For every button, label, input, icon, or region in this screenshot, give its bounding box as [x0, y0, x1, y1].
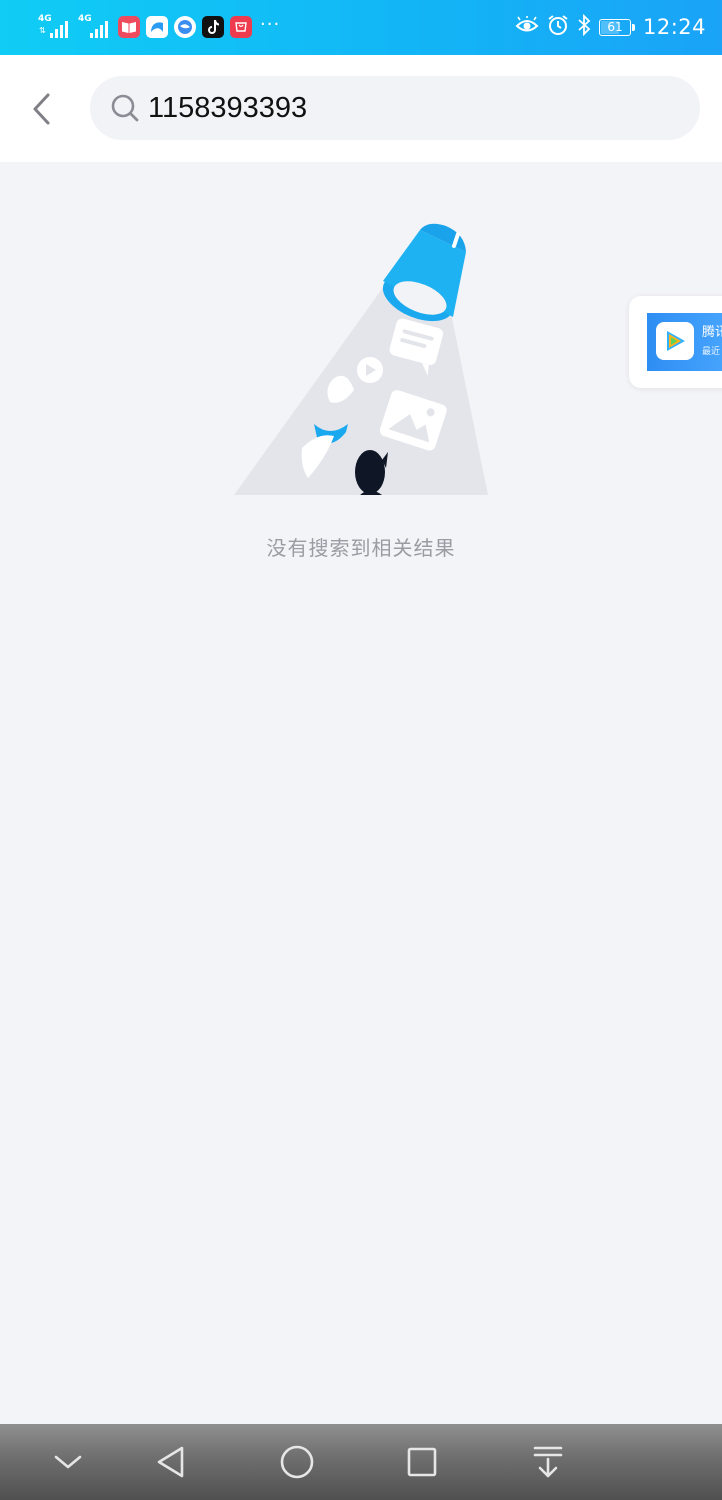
- search-header: [0, 55, 722, 162]
- battery-icon: 61: [598, 18, 635, 36]
- nav-notification-button[interactable]: [523, 1438, 573, 1486]
- signal-2-icon: 4G: [78, 14, 112, 40]
- huawei-app-icon: [230, 16, 252, 38]
- back-triangle-icon: [157, 1446, 184, 1478]
- notification-pull-icon: [533, 1446, 563, 1478]
- floating-card-title: 腾讯: [702, 325, 722, 340]
- nav-home-button[interactable]: [272, 1438, 322, 1486]
- book-app-icon: [118, 16, 140, 38]
- status-right: 61 12:24: [515, 12, 706, 42]
- browser-app-icon: [146, 16, 168, 38]
- search-box[interactable]: [90, 76, 700, 140]
- back-button[interactable]: [22, 87, 62, 131]
- recents-square-icon: [407, 1447, 437, 1477]
- system-nav-bar: [0, 1424, 722, 1500]
- home-circle-icon: [280, 1445, 314, 1479]
- more-notifications-icon: ···: [260, 13, 281, 35]
- collapse-icon: [54, 1455, 82, 1469]
- status-bar: 4G ⇅ 4G ··· 61 12:24: [0, 0, 722, 55]
- nav-collapse-button[interactable]: [43, 1438, 93, 1486]
- tiktok-app-icon: [202, 16, 224, 38]
- status-left: 4G ⇅ 4G ···: [38, 12, 280, 42]
- empty-result-illustration: [234, 223, 488, 495]
- nav-back-button[interactable]: [146, 1438, 196, 1486]
- battery-level: 61: [607, 19, 623, 34]
- signal-1-icon: 4G ⇅: [38, 14, 72, 40]
- empty-result-message: 没有搜索到相关结果: [266, 536, 456, 560]
- alarm-icon: [547, 14, 569, 40]
- chevron-left-icon: [33, 93, 50, 125]
- clock-time: 12:24: [642, 15, 706, 39]
- globe-app-icon: [174, 16, 196, 38]
- search-input[interactable]: [148, 83, 648, 133]
- floating-app-card[interactable]: 腾讯 最近: [629, 296, 722, 388]
- play-icon: [357, 357, 383, 383]
- bluetooth-icon: [577, 13, 591, 40]
- eye-comfort-icon: [515, 16, 539, 38]
- tencent-video-icon: [656, 322, 694, 360]
- floating-card-subtitle: 最近: [702, 347, 721, 357]
- floating-card-banner: 腾讯 最近: [647, 313, 722, 371]
- screen: 4G ⇅ 4G ··· 61 12:24 1158393393 没有搜索到相关结…: [0, 0, 722, 1500]
- nav-recents-button[interactable]: [397, 1438, 447, 1486]
- search-icon: [111, 94, 139, 122]
